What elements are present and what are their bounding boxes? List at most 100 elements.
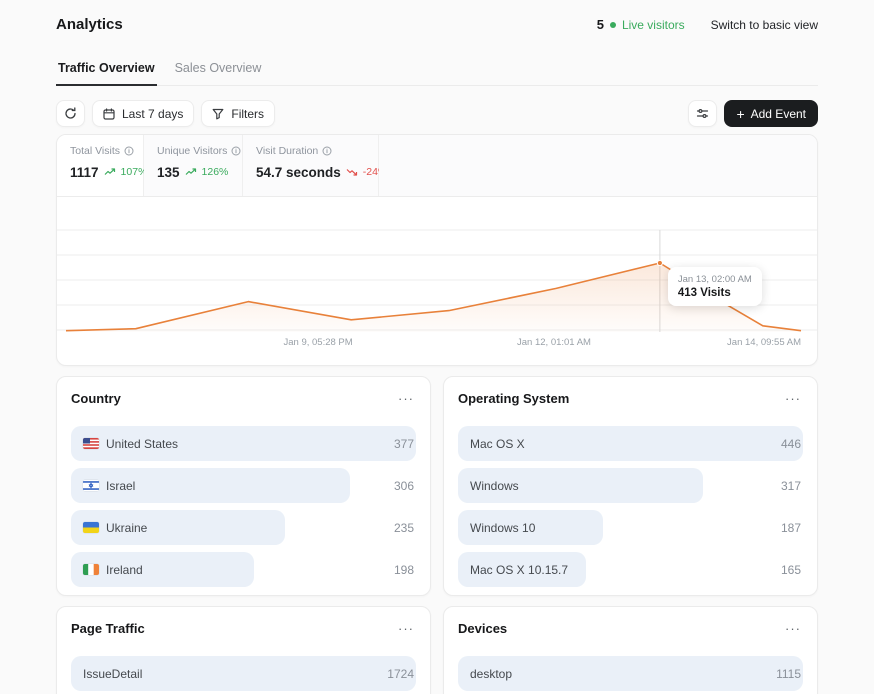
breakdown-row: Ireland 198 [71, 552, 416, 587]
stat-unique-visitors[interactable]: Unique Visitors 135 126% [144, 135, 243, 196]
stat-label: Unique Visitors [157, 145, 227, 157]
toolbar: Last 7 days Filters [56, 100, 818, 127]
breakdown-value: 317 [781, 468, 801, 503]
toolbar-left: Last 7 days Filters [56, 100, 275, 127]
more-options-icon[interactable]: ··· [783, 392, 803, 406]
trend-down-icon [346, 163, 358, 181]
trend-up-icon [185, 163, 197, 181]
date-range-button[interactable]: Last 7 days [92, 100, 194, 127]
breakdown-label: Mac OS X 10.15.7 [470, 552, 568, 587]
breakdown-row: Mac OS X 10.15.7 165 [458, 552, 803, 587]
page-traffic-card: Page Traffic ··· IssueDetail 1724 [56, 606, 431, 694]
breakdown-value: 165 [781, 552, 801, 587]
refresh-icon [64, 107, 77, 120]
card-title: Page Traffic [71, 621, 145, 636]
card-rows: IssueDetail 1724 [71, 656, 416, 694]
date-range-label: Last 7 days [122, 107, 183, 121]
more-options-icon[interactable]: ··· [396, 622, 416, 636]
operating-system-card: Operating System ··· Mac OS X 446 Window… [443, 376, 818, 596]
stat-label: Visit Duration [256, 145, 318, 157]
ukraine-flag-icon [83, 522, 99, 533]
tab-bar: Traffic Overview Sales Overview [56, 55, 818, 86]
stat-visit-duration[interactable]: Visit Duration 54.7 seconds -24% [243, 135, 379, 196]
breakdown-value: 187 [781, 510, 801, 545]
breakdown-value: 198 [394, 552, 414, 587]
live-status-dot-icon [610, 22, 616, 28]
traffic-chart-card: Total Visits 1117 107% Unique Visitors [56, 134, 818, 366]
chart-settings-button[interactable] [688, 100, 717, 127]
breakdown-value: 446 [781, 426, 801, 461]
tab-traffic-overview[interactable]: Traffic Overview [56, 55, 157, 85]
stat-value: 1117 [70, 165, 99, 180]
refresh-button[interactable] [56, 100, 85, 127]
plus-icon: + [736, 107, 744, 121]
stats-row-filler [379, 135, 817, 196]
analytics-page: Analytics 5 Live visitors Switch to basi… [0, 0, 874, 694]
tooltip-date: Jan 13, 02:00 AM [678, 274, 752, 285]
stat-trend: 126% [202, 166, 229, 178]
breakdown-row: Mac OS X 446 [458, 426, 803, 461]
breakdown-label: Windows 10 [470, 510, 535, 545]
info-icon [322, 146, 332, 156]
breakdown-label: Windows [470, 468, 519, 503]
breakdown-label: Ukraine [83, 510, 147, 545]
live-visitors: 5 Live visitors [597, 17, 685, 32]
breakdown-value: 1115 [776, 656, 801, 691]
filters-button[interactable]: Filters [201, 100, 275, 127]
stat-label: Total Visits [70, 145, 120, 157]
breakdown-row: Windows 10 187 [458, 510, 803, 545]
tooltip-value: 413 Visits [678, 287, 752, 299]
breakdown-row: Windows 317 [458, 468, 803, 503]
breakdown-value: 1724 [387, 656, 414, 691]
breakdown-label: Israel [83, 468, 135, 503]
filters-label: Filters [231, 107, 264, 121]
live-visitors-count: 5 [597, 17, 604, 32]
filter-funnel-icon [212, 108, 224, 120]
breakdown-row: Ukraine 235 [71, 510, 416, 545]
chart-tooltip: Jan 13, 02:00 AM 413 Visits [668, 267, 762, 306]
country-card: Country ··· United States 377 Israel 306… [56, 376, 431, 596]
breakdown-value: 306 [394, 468, 414, 503]
trend-up-icon [104, 163, 116, 181]
add-event-button[interactable]: + Add Event [724, 100, 818, 127]
info-icon [124, 146, 134, 156]
card-rows: Mac OS X 446 Windows 317 Windows 10 187 … [458, 426, 803, 587]
calendar-icon [103, 108, 115, 120]
tab-sales-overview[interactable]: Sales Overview [173, 55, 264, 85]
card-title: Country [71, 391, 121, 406]
card-rows: United States 377 Israel 306 Ukraine 235… [71, 426, 416, 587]
page-title: Analytics [56, 16, 123, 33]
breakdown-cards-top: Country ··· United States 377 Israel 306… [56, 376, 818, 596]
breakdown-value: 377 [394, 426, 414, 461]
header-right: 5 Live visitors Switch to basic view [597, 17, 818, 32]
page-header: Analytics 5 Live visitors Switch to basi… [56, 0, 818, 33]
more-options-icon[interactable]: ··· [396, 392, 416, 406]
breakdown-label: desktop [470, 656, 512, 691]
stat-total-visits[interactable]: Total Visits 1117 107% [57, 135, 144, 196]
more-options-icon[interactable]: ··· [783, 622, 803, 636]
sliders-icon [696, 107, 709, 120]
breakdown-label: Ireland [83, 552, 143, 587]
devices-card: Devices ··· desktop 1115 [443, 606, 818, 694]
visits-line-chart[interactable]: Jan 9, 05:28 PM Jan 12, 01:01 AM Jan 14, 0… [57, 197, 817, 365]
svg-text:Jan 9, 05:28 PM: Jan 9, 05:28 PM [284, 337, 353, 348]
svg-text:Jan 14, 09:55 AM: Jan 14, 09:55 AM [727, 337, 801, 348]
breakdown-row: United States 377 [71, 426, 416, 461]
card-title: Devices [458, 621, 507, 636]
breakdown-label: Mac OS X [470, 426, 525, 461]
stat-value: 54.7 seconds [256, 165, 341, 180]
stat-value: 135 [157, 165, 180, 180]
breakdown-label: IssueDetail [83, 656, 142, 691]
breakdown-row: Israel 306 [71, 468, 416, 503]
card-rows: desktop 1115 [458, 656, 803, 691]
breakdown-label: United States [83, 426, 178, 461]
stats-row: Total Visits 1117 107% Unique Visitors [57, 135, 817, 197]
ireland-flag-icon [83, 564, 99, 575]
breakdown-row: IssueDetail 1724 [71, 656, 416, 691]
svg-text:Jan 12, 01:01 AM: Jan 12, 01:01 AM [517, 337, 591, 348]
switch-to-basic-view-link[interactable]: Switch to basic view [711, 18, 818, 32]
israel-flag-icon [83, 480, 99, 491]
breakdown-value: 235 [394, 510, 414, 545]
breakdown-row: desktop 1115 [458, 656, 803, 691]
toolbar-right: + Add Event [688, 100, 818, 127]
